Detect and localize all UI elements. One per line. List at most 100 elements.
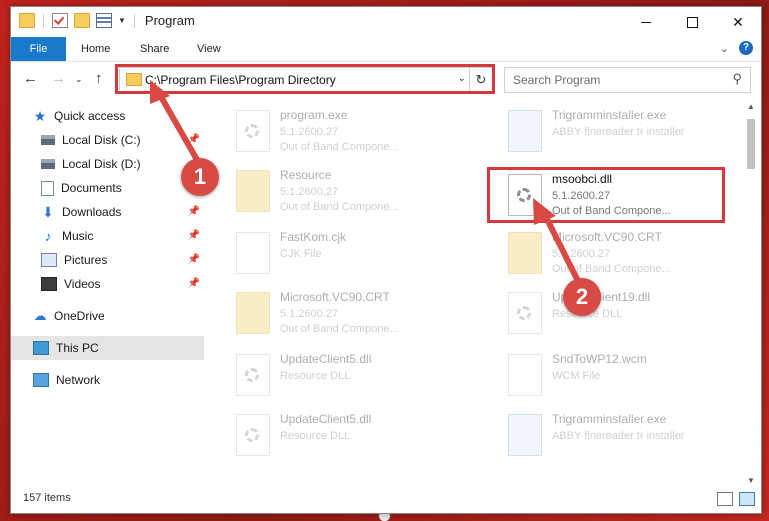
dll-gear-icon <box>236 414 270 456</box>
file-version: 5.1.2600.27 <box>552 248 611 260</box>
file-name: FastKom.cjk <box>280 230 347 244</box>
recent-locations-icon[interactable]: ⌄ <box>75 74 83 85</box>
file-list: program.exe 5.1.2600.27 Out of Band Comp… <box>216 102 738 477</box>
sidebar-item-label: Videos <box>64 277 101 291</box>
file-description: Out of Band Compone... <box>280 201 399 213</box>
forward-arrow-icon[interactable]: → <box>51 70 66 87</box>
download-arrow-icon: ⬇ <box>42 203 54 220</box>
address-highlight <box>115 64 495 94</box>
tab-file[interactable]: File <box>11 37 66 61</box>
file-name: Trigramminstaller.exe <box>552 108 667 122</box>
sidebar-item-quick-access[interactable]: ★ Quick access <box>33 104 226 128</box>
sidebar-item-music[interactable]: ♪ Music 📌 <box>41 224 204 248</box>
minimize-button[interactable] <box>623 7 669 37</box>
sidebar-item-label: Documents <box>61 181 122 195</box>
file-tile[interactable]: FastKom.cjk CJK File <box>216 226 456 282</box>
folder-tile[interactable]: Microsoft.VC90.CRT 5.1.2600.27 Out of Ba… <box>488 226 728 282</box>
pin-icon[interactable]: 📌 <box>188 230 200 241</box>
close-icon: ✕ <box>732 13 744 30</box>
title-bar: ▼ Program ✕ <box>11 7 761 37</box>
close-button[interactable]: ✕ <box>715 7 761 37</box>
customize-toolbar-icon[interactable]: ▼ <box>118 16 126 25</box>
sidebar-item-videos[interactable]: Videos 📌 <box>41 272 204 296</box>
file-tile[interactable]: Trigramminstaller.exe ABBY finereader tr… <box>488 408 728 464</box>
installer-icon <box>508 414 542 456</box>
tiles-view-icon[interactable] <box>739 492 755 506</box>
pin-icon[interactable]: 📌 <box>188 134 200 145</box>
file-version: 5.1.2600.27 <box>280 126 339 138</box>
view-toggle <box>717 492 755 506</box>
file-name: Trigramminstaller.exe <box>552 412 667 426</box>
help-icon[interactable]: ? <box>739 41 753 55</box>
pin-icon[interactable]: 📌 <box>188 206 200 217</box>
file-description: ABBY finereader tr installer <box>552 126 685 138</box>
sidebar-item-pictures[interactable]: Pictures 📌 <box>41 248 204 272</box>
search-input[interactable]: Search Program ⚲ <box>504 67 751 93</box>
expand-ribbon-icon[interactable]: ⌄ <box>720 42 729 55</box>
sidebar-item-downloads[interactable]: ⬇ Downloads 📌 <box>41 200 204 224</box>
tab-view[interactable]: View <box>197 37 221 61</box>
file-name: Resource <box>280 168 332 182</box>
sidebar-item-label: OneDrive <box>54 309 105 323</box>
file-tile[interactable]: program.exe 5.1.2600.27 Out of Band Comp… <box>216 104 456 160</box>
sidebar-item-label: Local Disk (C:) <box>62 133 141 147</box>
details-view-icon[interactable] <box>717 492 733 506</box>
back-arrow-icon[interactable]: ← <box>23 70 38 87</box>
sidebar-item-local-disk-d[interactable]: Local Disk (D:) <box>41 152 204 176</box>
music-note-icon: ♪ <box>44 228 52 244</box>
file-name: SndToWP12.wcm <box>552 352 647 366</box>
file-tile[interactable]: Trigramminstaller.exe ABBY finereader tr… <box>488 104 728 160</box>
sidebar-item-label: Quick access <box>54 109 126 123</box>
sidebar-item-label: Pictures <box>64 253 108 267</box>
file-tile[interactable]: UpdateClient19.dll Resource DLL <box>488 286 728 342</box>
file-tile[interactable]: UpdateClient5.dll Resource DLL <box>216 408 456 464</box>
title-divider <box>133 13 135 28</box>
new-folder-icon[interactable] <box>74 13 90 28</box>
quick-access-toolbar: ▼ Program <box>19 13 195 28</box>
status-bar: 157 items <box>11 487 761 513</box>
folder-tile[interactable]: Microsoft.VC90.CRT 5.1.2600.27 Out of Ba… <box>216 286 456 342</box>
search-placeholder: Search Program <box>513 73 601 87</box>
sidebar-item-network[interactable]: Network <box>33 368 226 392</box>
sidebar-item-label: Music <box>62 229 94 243</box>
properties-icon[interactable] <box>96 13 112 28</box>
folder-tile[interactable]: Resource 5.1.2600.27 Out of Band Compone… <box>216 164 456 220</box>
sidebar-item-local-disk-c[interactable]: Local Disk (C:) 📌 <box>41 128 204 152</box>
step-badge-1: 1 <box>181 158 219 196</box>
window-controls: ✕ <box>623 7 761 37</box>
file-description: Out of Band Compone... <box>552 263 671 275</box>
folder-icon[interactable] <box>19 13 35 28</box>
properties-check-icon[interactable] <box>52 13 68 28</box>
video-film-icon <box>41 277 57 291</box>
file-name: program.exe <box>280 108 348 122</box>
pin-icon[interactable]: 📌 <box>188 278 200 289</box>
drive-icon <box>41 159 55 169</box>
file-tile[interactable]: SndToWP12.wcm WCM File <box>488 348 728 404</box>
blank-file-icon <box>236 232 270 274</box>
file-name: UpdateClient5.dll <box>280 412 372 426</box>
vertical-scrollbar[interactable]: ▲ ▼ <box>745 102 757 485</box>
tab-home[interactable]: Home <box>81 37 110 61</box>
ribbon-help-area: ⌄ ? <box>720 41 753 55</box>
scrollbar-thumb[interactable] <box>747 119 755 169</box>
file-description: Out of Band Compone... <box>280 141 399 153</box>
file-version: 5.1.2600.27 <box>280 308 339 320</box>
maximize-button[interactable] <box>669 7 715 37</box>
tab-share[interactable]: Share <box>140 37 169 61</box>
network-icon <box>33 373 49 387</box>
scroll-up-icon[interactable]: ▲ <box>745 102 757 111</box>
sidebar-item-this-pc[interactable]: This PC <box>11 336 204 360</box>
scroll-down-icon[interactable]: ▼ <box>745 476 757 485</box>
sidebar-item-label: Network <box>56 373 101 387</box>
up-arrow-icon[interactable]: ↑ <box>95 70 103 87</box>
file-tile[interactable]: UpdateClient5.dll Resource DLL <box>216 348 456 404</box>
file-type: Resource DLL <box>280 370 351 382</box>
pin-icon[interactable]: 📌 <box>188 254 200 265</box>
sidebar-item-onedrive[interactable]: ☁ OneDrive <box>33 304 226 328</box>
window-title: Program <box>144 13 195 28</box>
sidebar-item-documents[interactable]: Documents <box>41 176 204 200</box>
folder-icon <box>236 292 270 334</box>
folder-icon <box>508 232 542 274</box>
file-type: Resource DLL <box>280 430 351 442</box>
minimize-icon <box>641 21 651 23</box>
